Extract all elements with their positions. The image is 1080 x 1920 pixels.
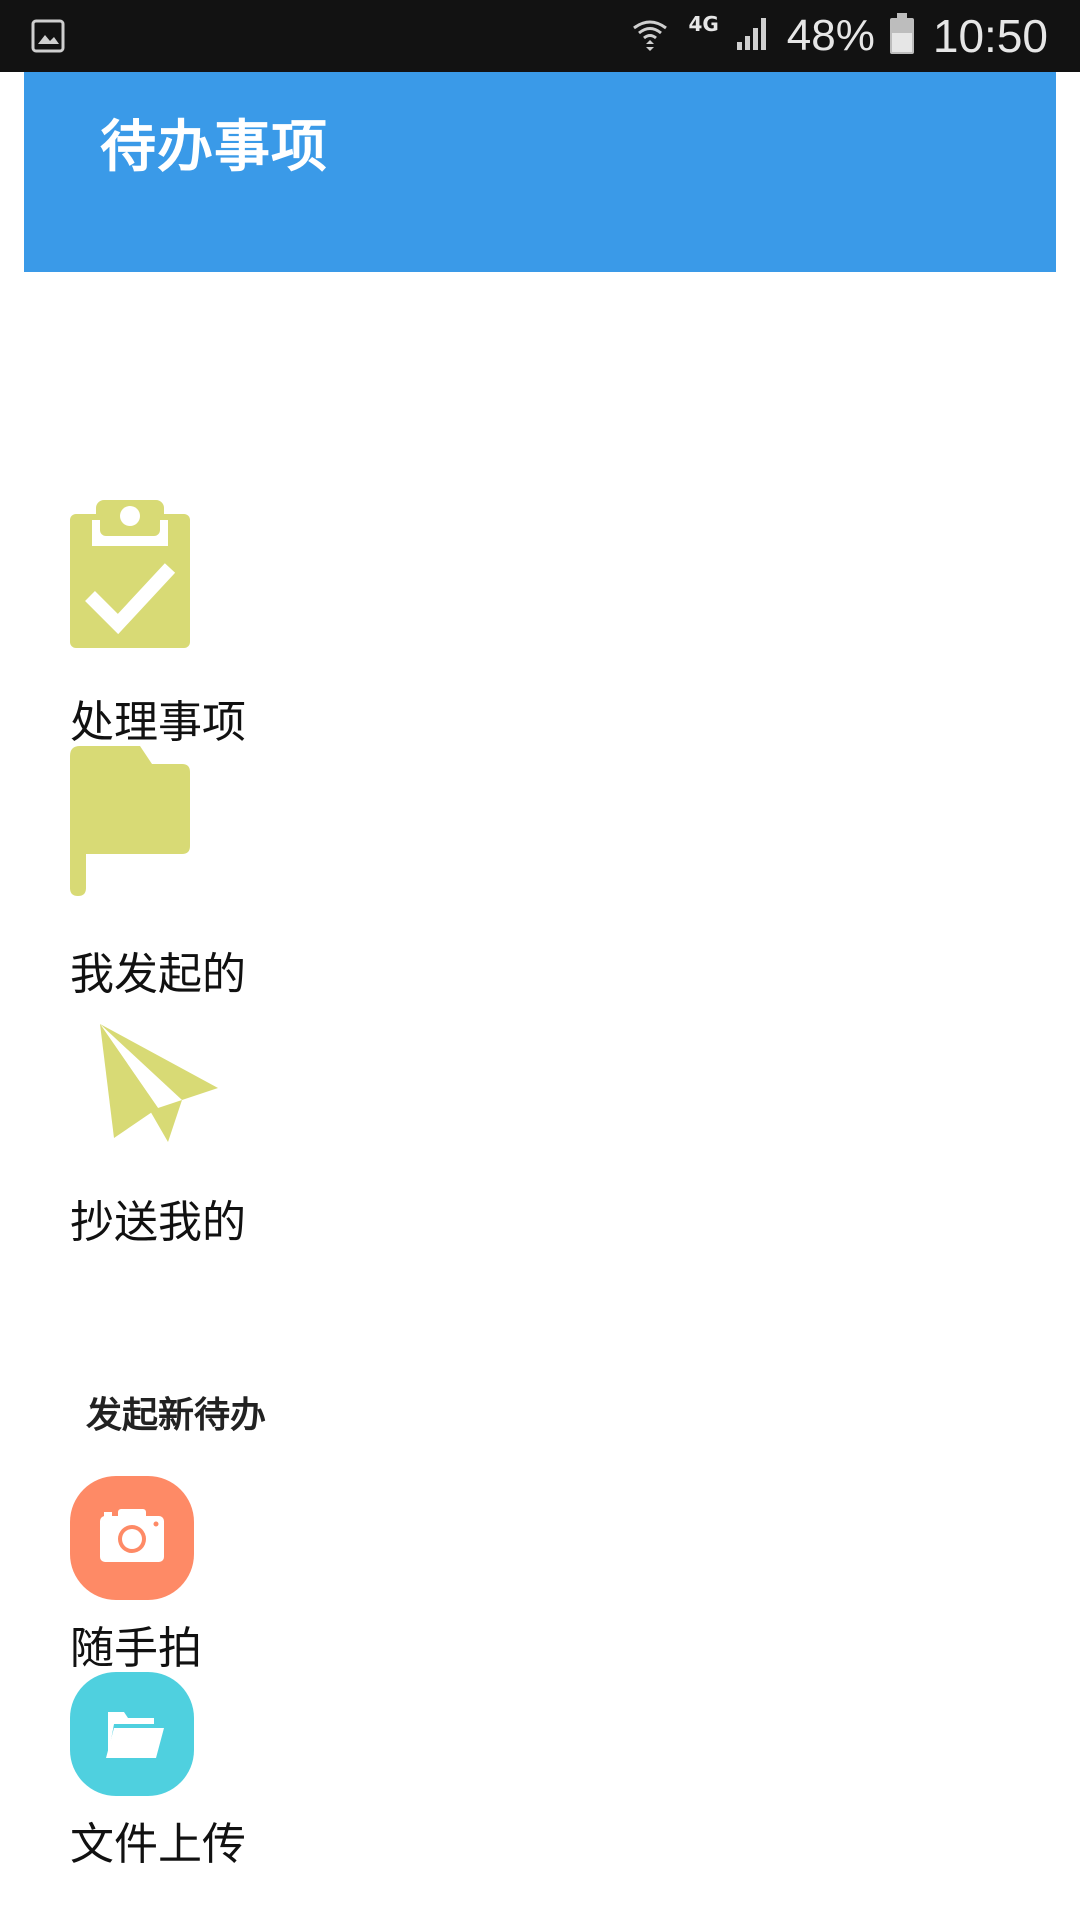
- section-title-new-todo: 发起新待办: [86, 1395, 267, 1436]
- menu-item-label: 处理事项: [70, 697, 246, 748]
- page-title: 待办事项: [100, 115, 328, 180]
- menu-item-handle-tasks[interactable]: 处理事项: [70, 496, 490, 748]
- battery-percent: 48%: [786, 11, 875, 60]
- status-right: 4G 48% 10:50: [630, 0, 1048, 72]
- action-file-upload[interactable]: 文件上传: [70, 1672, 490, 1870]
- wifi-icon: [630, 14, 670, 58]
- menu-item-label: 抄送我的: [70, 1197, 246, 1248]
- menu-item-label: 我发起的: [70, 949, 246, 1000]
- status-bar: 4G 48% 10:50: [0, 0, 1080, 72]
- action-label: 随手拍: [70, 1623, 202, 1674]
- clipboard-check-icon: [70, 496, 190, 652]
- paper-plane-icon: [98, 1020, 222, 1148]
- folder-icon: [70, 1672, 194, 1796]
- clock: 10:50: [932, 10, 1048, 62]
- camera-icon: [70, 1476, 194, 1600]
- battery-icon: [889, 13, 915, 59]
- action-snapshot[interactable]: 随手拍: [70, 1476, 490, 1674]
- network-type: 4G: [688, 12, 719, 36]
- action-label: 文件上传: [70, 1819, 246, 1870]
- flag-icon: [70, 746, 192, 902]
- gallery-notification-icon: [30, 18, 66, 58]
- page-header: 待办事项: [24, 72, 1056, 272]
- menu-item-initiated-by-me[interactable]: 我发起的: [70, 746, 490, 1000]
- signal-icon: [733, 14, 773, 58]
- menu-item-cc-to-me[interactable]: 抄送我的: [70, 1020, 490, 1248]
